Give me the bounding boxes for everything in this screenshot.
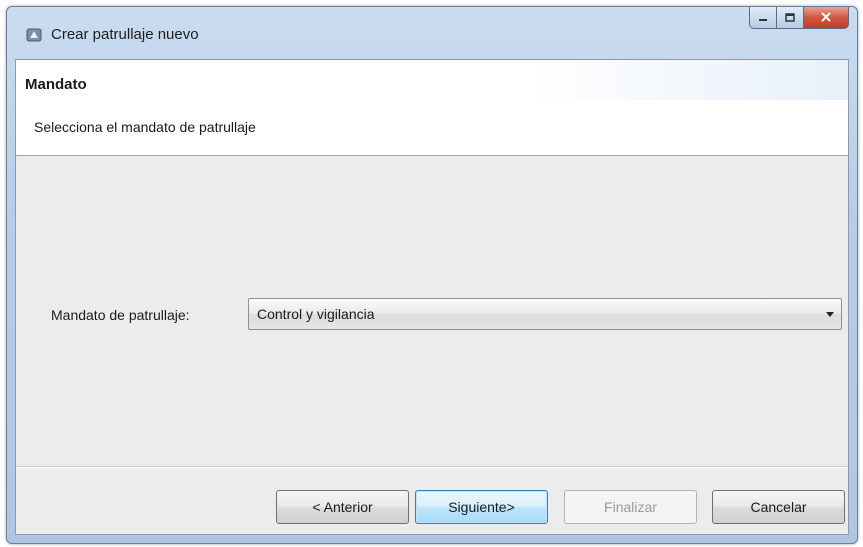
mandate-label: Mandato de patrullaje: (51, 307, 190, 323)
wizard-app-icon (26, 27, 42, 43)
cancel-button[interactable]: Cancelar (712, 490, 845, 524)
header-decoration (528, 60, 848, 100)
chevron-down-icon (826, 312, 834, 317)
mandate-selected-value: Control y vigilancia (257, 306, 375, 322)
mandate-dropdown[interactable]: Control y vigilancia (248, 298, 842, 330)
next-button[interactable]: Siguiente> (415, 490, 548, 524)
wizard-window: Crear patrullaje nuevo Mandato Seleccion… (6, 6, 858, 544)
footer-divider (16, 466, 848, 468)
page-title: Mandato (25, 76, 87, 93)
window-title: Crear patrullaje nuevo (51, 26, 199, 43)
title-bar[interactable]: Crear patrullaje nuevo (7, 7, 857, 59)
page-description: Selecciona el mandato de patrullaje (34, 119, 256, 135)
wizard-header: Mandato Selecciona el mandato de patrull… (16, 60, 848, 156)
finish-button[interactable]: Finalizar (564, 490, 697, 524)
previous-button[interactable]: < Anterior (276, 490, 409, 524)
maximize-icon (785, 9, 795, 27)
wizard-client-area: Mandato Selecciona el mandato de patrull… (15, 59, 849, 535)
minimize-button[interactable] (749, 7, 777, 29)
close-icon (821, 9, 831, 27)
maximize-button[interactable] (777, 7, 804, 29)
minimize-icon (758, 9, 768, 27)
caption-buttons (749, 7, 849, 29)
close-button[interactable] (804, 7, 849, 29)
